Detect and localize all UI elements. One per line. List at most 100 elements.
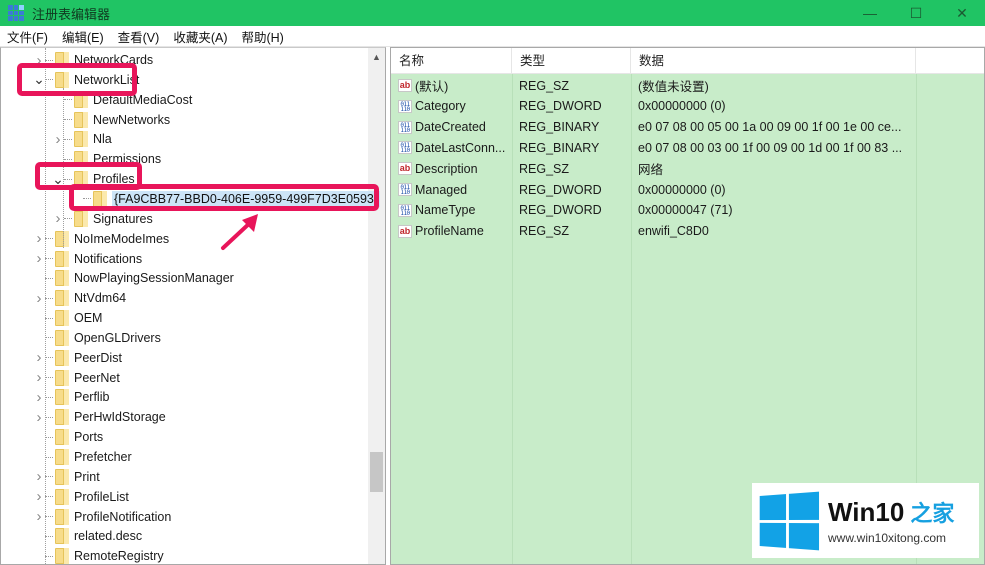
tree-connector-line bbox=[45, 258, 53, 259]
folder-icon bbox=[55, 329, 69, 346]
folder-icon bbox=[55, 290, 69, 307]
value-row[interactable]: 011 110 Category REG_DWORD 0x00000000 (0) bbox=[391, 96, 984, 117]
scrollbar-thumb[interactable] bbox=[370, 452, 383, 492]
value-data: enwifi_C8D0 bbox=[638, 224, 709, 239]
tree-item[interactable]: › PeerNet bbox=[33, 368, 120, 388]
menu-view[interactable]: 查看(V) bbox=[111, 27, 167, 46]
tree-item-label: OEM bbox=[74, 311, 103, 326]
tree-connector-line bbox=[45, 516, 53, 518]
value-type: REG_DWORD bbox=[519, 99, 602, 114]
tree-item-label: NowPlayingSessionManager bbox=[74, 271, 234, 286]
column-header-data[interactable]: 数据 bbox=[631, 48, 916, 74]
tree-item[interactable]: › ProfileList bbox=[33, 487, 129, 507]
expand-chevron-icon[interactable]: › bbox=[33, 288, 45, 308]
expand-chevron-icon[interactable]: › bbox=[33, 387, 45, 407]
folder-icon bbox=[55, 349, 69, 366]
value-name: NameType bbox=[415, 203, 476, 218]
scroll-up-arrow-icon[interactable]: ▲ bbox=[368, 48, 385, 65]
folder-icon bbox=[55, 449, 69, 465]
tree-item[interactable]: Prefetcher bbox=[33, 447, 132, 467]
value-name-cell: 011 110 NameType bbox=[391, 203, 512, 217]
binary-value-icon: 011 110 bbox=[398, 203, 412, 217]
string-value-icon: ab bbox=[398, 79, 412, 92]
tree-item[interactable]: › Notifications bbox=[33, 249, 143, 269]
value-type: REG_SZ bbox=[519, 224, 570, 239]
tree-item[interactable]: › NtVdm64 bbox=[33, 288, 127, 308]
value-row[interactable]: 011 110 DateCreated REG_BINARY e0 07 08 00 … bbox=[391, 117, 984, 138]
tree-item-label: RemoteRegistry bbox=[74, 549, 164, 564]
tree-item[interactable]: related.desc bbox=[33, 526, 142, 546]
tree-connector-line bbox=[45, 377, 53, 379]
expand-chevron-icon[interactable]: › bbox=[33, 249, 45, 269]
tree-item[interactable]: › ProfileNotification bbox=[33, 507, 172, 527]
tree-item[interactable]: RemoteRegistry bbox=[33, 546, 164, 564]
value-type: REG_DWORD bbox=[519, 203, 602, 218]
tree-item[interactable]: OpenGLDrivers bbox=[33, 328, 161, 348]
folder-icon bbox=[74, 210, 88, 227]
tree-item[interactable]: NowPlayingSessionManager bbox=[33, 268, 234, 288]
tree-connector-line bbox=[45, 555, 53, 557]
tree-connector-line bbox=[45, 357, 53, 359]
value-row[interactable]: 011 110 Managed REG_DWORD 0x00000000 (0) bbox=[391, 179, 984, 200]
expand-chevron-icon[interactable]: › bbox=[33, 229, 45, 249]
tree-connector bbox=[33, 308, 45, 328]
folder-icon bbox=[55, 389, 69, 406]
value-row[interactable]: ab ProfileName REG_SZ enwifi_C8D0 bbox=[391, 221, 984, 242]
value-data: 网络 bbox=[638, 163, 664, 178]
expand-chevron-icon[interactable]: › bbox=[33, 348, 45, 368]
maximize-button[interactable]: ☐ bbox=[893, 0, 939, 26]
tree-item[interactable]: Ports bbox=[33, 427, 103, 447]
value-name-cell: ab ProfileName bbox=[391, 224, 512, 238]
folder-icon bbox=[55, 409, 69, 426]
expand-chevron-icon[interactable]: › bbox=[33, 487, 45, 507]
tree-item[interactable]: NewNetworks bbox=[52, 110, 170, 130]
tree-item-label: Ports bbox=[74, 430, 104, 445]
value-data: e0 07 08 00 03 00 1f 00 09 00 1d 00 1f 0… bbox=[638, 140, 903, 155]
tree-item[interactable]: › PeerDist bbox=[33, 348, 122, 368]
menu-bar: 文件(F) 编辑(E) 查看(V) 收藏夹(A) 帮助(H) bbox=[0, 26, 985, 47]
column-header-type[interactable]: 类型 bbox=[512, 48, 631, 74]
value-name-cell: 011 110 Category bbox=[391, 99, 512, 113]
value-name-cell: 011 110 DateLastConn... bbox=[391, 141, 512, 155]
tree-item[interactable]: › PerHwIdStorage bbox=[33, 407, 166, 427]
value-name-cell: ab (默认) bbox=[391, 76, 512, 95]
tree-vertical-scrollbar[interactable]: ▲ bbox=[368, 48, 385, 564]
tree-connector bbox=[33, 268, 45, 288]
tree-item[interactable]: › Signatures bbox=[52, 209, 153, 229]
menu-edit[interactable]: 编辑(E) bbox=[55, 27, 111, 46]
annotation-box-networklist bbox=[17, 63, 137, 96]
folder-icon bbox=[55, 250, 69, 267]
value-row[interactable]: ab Description REG_SZ 网络 bbox=[391, 158, 984, 179]
value-type: REG_SZ bbox=[519, 161, 570, 176]
value-type: REG_BINARY bbox=[519, 140, 600, 155]
tree-item[interactable]: › Print bbox=[33, 467, 100, 487]
menu-help[interactable]: 帮助(H) bbox=[234, 27, 290, 46]
folder-icon bbox=[55, 270, 69, 287]
column-header-name[interactable]: 名称 bbox=[391, 48, 512, 74]
value-row[interactable]: 011 110 DateLastConn... REG_BINARY e0 07 08… bbox=[391, 137, 984, 158]
minimize-button[interactable]: — bbox=[847, 0, 893, 26]
menu-file[interactable]: 文件(F) bbox=[0, 27, 55, 46]
expand-chevron-icon[interactable]: › bbox=[33, 507, 45, 527]
close-button[interactable]: ✕ bbox=[939, 0, 985, 26]
value-row[interactable]: 011 110 NameType REG_DWORD 0x00000047 (71) bbox=[391, 200, 984, 221]
annotation-arrow-icon bbox=[221, 214, 258, 250]
tree-item-label: ProfileList bbox=[74, 489, 129, 504]
window-title: 注册表编辑器 bbox=[32, 6, 111, 22]
string-value-icon: ab bbox=[398, 224, 412, 238]
registry-key-tree[interactable]: ▲ › NetworkCards ⌄ NetworkList DefaultMediaC… bbox=[0, 47, 386, 565]
tree-item[interactable]: › Nla bbox=[52, 129, 112, 149]
tree-item[interactable]: › NoImeModeImes bbox=[33, 229, 170, 249]
value-row[interactable]: ab (默认) REG_SZ (数值未设置) bbox=[391, 75, 984, 96]
expand-chevron-icon[interactable]: › bbox=[33, 407, 45, 427]
folder-icon bbox=[55, 230, 69, 247]
value-name: (默认) bbox=[415, 80, 449, 94]
tree-item[interactable]: OEM bbox=[33, 308, 102, 328]
expand-chevron-icon[interactable]: › bbox=[33, 467, 45, 487]
value-name-cell: 011 110 Managed bbox=[391, 183, 512, 197]
menu-favorites[interactable]: 收藏夹(A) bbox=[166, 27, 234, 46]
value-type: REG_DWORD bbox=[519, 182, 602, 197]
regedit-app-icon bbox=[8, 5, 24, 21]
expand-chevron-icon[interactable]: › bbox=[33, 368, 45, 388]
tree-connector-line bbox=[45, 277, 53, 279]
